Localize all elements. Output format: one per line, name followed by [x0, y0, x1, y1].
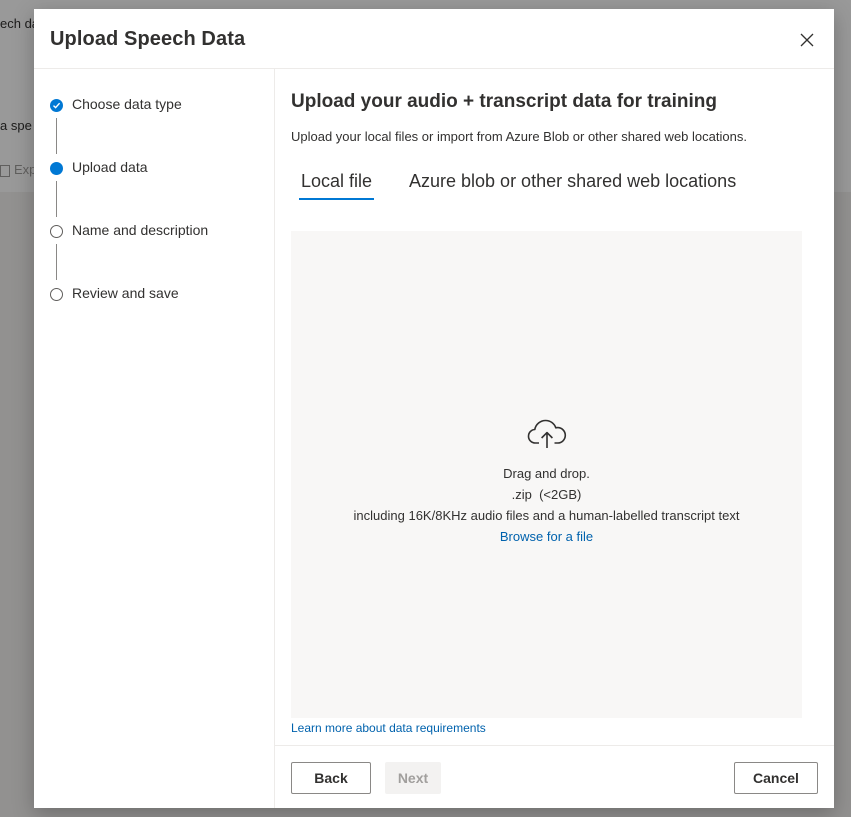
- dialog-header: Upload Speech Data: [34, 9, 834, 69]
- wizard-stepper: Choose data type Upload data Name and de…: [34, 69, 275, 808]
- dropzone-drag-text: Drag and drop.: [503, 466, 590, 481]
- step-label: Name and description: [72, 222, 209, 238]
- dropzone-format-text: .zip (<2GB): [511, 487, 582, 502]
- back-button[interactable]: Back: [291, 762, 371, 794]
- browse-file-link[interactable]: Browse for a file: [500, 529, 593, 544]
- panel-title: Upload your audio + transcript data for …: [291, 91, 717, 112]
- step-connector: [56, 181, 57, 217]
- cloud-upload-icon: [527, 419, 567, 448]
- step-connector: [56, 118, 57, 154]
- dialog-footer: Back Next Cancel: [275, 745, 834, 809]
- tab-azure-blob[interactable]: Azure blob or other shared web locations: [409, 171, 736, 200]
- next-button[interactable]: Next: [385, 762, 441, 794]
- step-label: Upload data: [72, 159, 148, 175]
- dialog-title: Upload Speech Data: [50, 28, 246, 50]
- step-label: Choose data type: [72, 96, 182, 112]
- step-current-dot-icon: [50, 162, 63, 175]
- step-pending-circle-icon: [50, 288, 63, 301]
- step-connector: [56, 244, 57, 280]
- panel-subtitle: Upload your local files or import from A…: [291, 129, 747, 144]
- step-completed-check-icon: [50, 99, 63, 112]
- tab-local-file[interactable]: Local file: [298, 171, 375, 200]
- dropzone-browse-row: Browse for a file: [291, 529, 802, 544]
- cancel-button[interactable]: Cancel: [734, 762, 818, 794]
- close-icon: [800, 33, 814, 47]
- upload-speech-data-dialog: Upload Speech Data Choose data type Uplo…: [34, 9, 834, 808]
- file-dropzone[interactable]: Drag and drop. .zip (<2GB) including 16K…: [291, 231, 802, 718]
- step-label: Review and save: [72, 285, 179, 301]
- step-pending-circle-icon: [50, 225, 63, 238]
- learn-more-link[interactable]: Learn more about data requirements: [291, 721, 486, 735]
- close-button[interactable]: [798, 31, 816, 49]
- dropzone-requirements-text: including 16K/8KHz audio files and a hum…: [353, 508, 740, 523]
